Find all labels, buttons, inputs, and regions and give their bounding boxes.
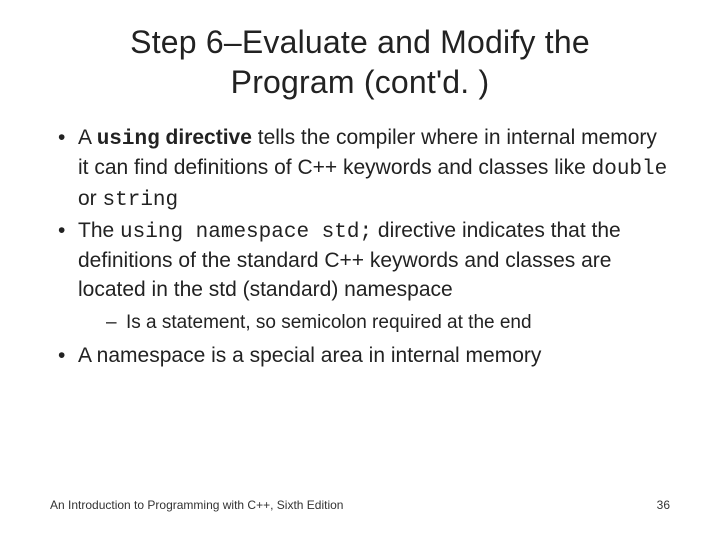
slide-title: Step 6–Evaluate and Modify the Program (… (50, 22, 670, 102)
footer-book-title: An Introduction to Programming with C++,… (50, 498, 343, 512)
b1-text-or: or (78, 187, 103, 210)
b2-text-a: The (78, 219, 120, 242)
b1-code-using: using (97, 128, 160, 151)
slide: Step 6–Evaluate and Modify the Program (… (0, 0, 720, 540)
b2-code-usingns: using namespace std; (120, 221, 372, 244)
b1-text-a: A (78, 126, 97, 149)
b1-text-directive: directive (160, 126, 252, 149)
title-line-1: Step 6–Evaluate and Modify the (130, 24, 590, 60)
footer-page-number: 36 (657, 498, 670, 512)
b3-text: A namespace is a special area in interna… (78, 344, 541, 367)
bullet-2-sub-1: Is a statement, so semicolon required at… (78, 310, 670, 336)
bullet-1: A using directive tells the compiler whe… (50, 124, 670, 215)
title-line-2: Program (cont'd. ) (231, 64, 490, 100)
bullet-3: A namespace is a special area in interna… (50, 342, 670, 370)
b1-code-double: double (592, 158, 668, 181)
bullet-2: The using namespace std; directive indic… (50, 217, 670, 336)
b1-code-string: string (103, 189, 179, 212)
bullet-list: A using directive tells the compiler whe… (50, 124, 670, 370)
b2-sub1-text: Is a statement, so semicolon required at… (126, 312, 532, 333)
bullet-2-sublist: Is a statement, so semicolon required at… (78, 310, 670, 336)
